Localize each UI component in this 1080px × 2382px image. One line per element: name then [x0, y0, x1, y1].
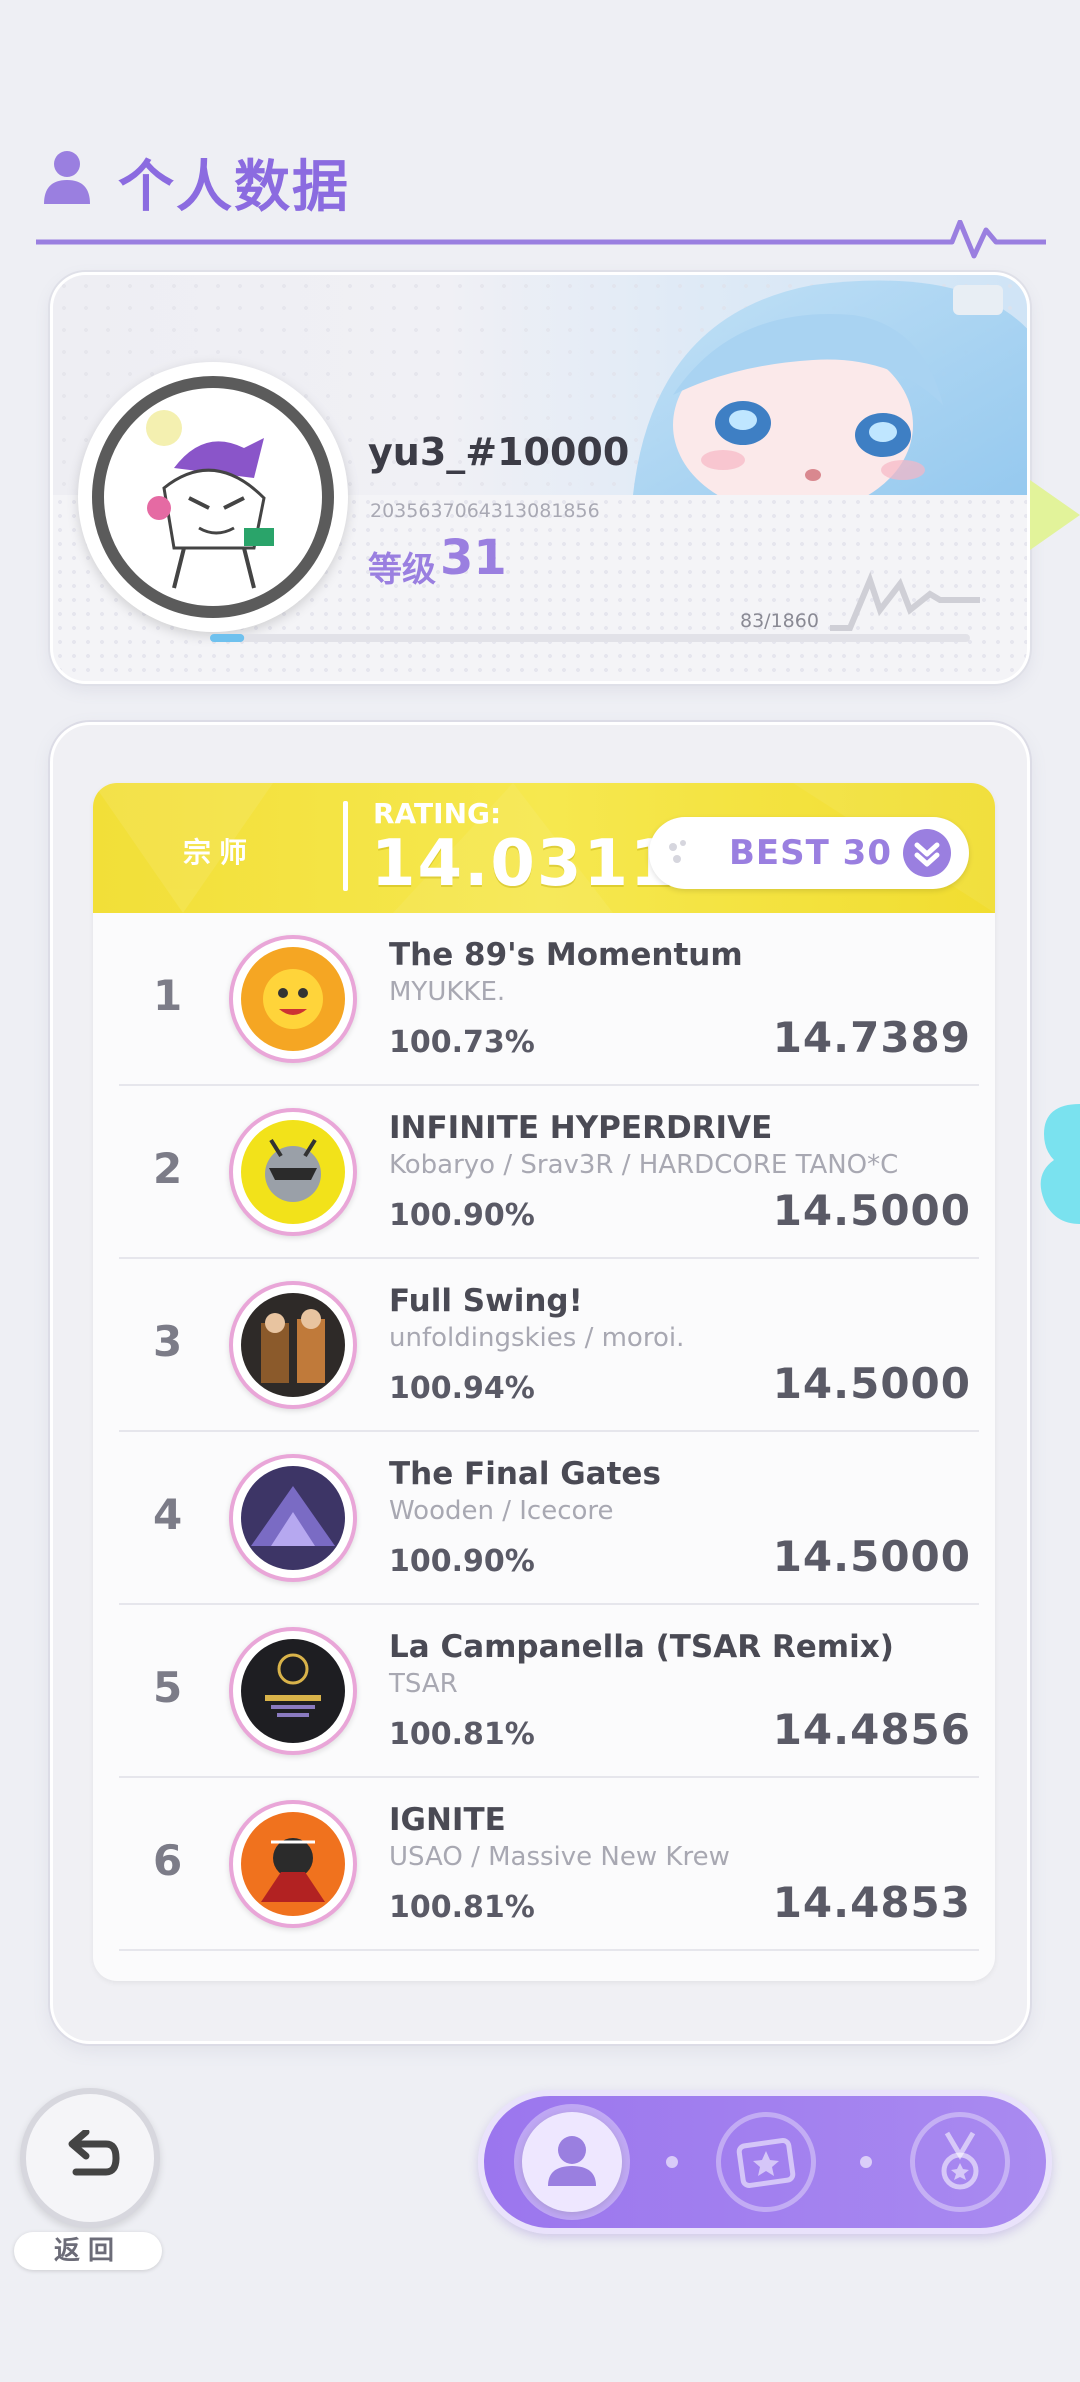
- level-value: 31: [440, 530, 507, 586]
- username: yu3_#10000: [368, 430, 630, 474]
- page-header: 个人数据: [36, 140, 1046, 259]
- song-artist: unfoldingskies / moroi.: [389, 1323, 685, 1353]
- user-id: 2035637064313081856: [370, 500, 600, 522]
- exp-text: 83/1860: [740, 610, 819, 632]
- song-title: IGNITE: [389, 1802, 506, 1838]
- song-row[interactable]: 4 The Final Gates Wooden / Icecore 100.9…: [93, 1432, 995, 1605]
- song-artist: Wooden / Icecore: [389, 1496, 614, 1526]
- song-rating: 14.5000: [772, 1186, 971, 1235]
- song-accuracy: 100.73%: [389, 1025, 535, 1060]
- rating-label: RATING:: [373, 797, 502, 830]
- song-jacket: [229, 935, 357, 1063]
- user-icon: [548, 2136, 596, 2186]
- exp-decoration-icon: [830, 571, 980, 631]
- back-arrow-icon: [68, 2130, 120, 2176]
- song-list: 1 The 89's Momentum MYUKKE. 100.73% 14.7…: [93, 913, 995, 1951]
- song-row[interactable]: 2 INFINITE HYPERDRIVE Kobaryo / Srav3R /…: [93, 1086, 995, 1259]
- side-decoration-icon: [1040, 1104, 1080, 1224]
- song-jacket: [229, 1800, 357, 1928]
- song-accuracy: 100.90%: [389, 1198, 535, 1233]
- back-label[interactable]: 返回: [14, 2232, 162, 2270]
- header-pulse-line: [36, 220, 1046, 259]
- nav-profile-tab[interactable]: [522, 2112, 622, 2212]
- nav-collection-tab[interactable]: [716, 2112, 816, 2212]
- song-rank: 4: [153, 1490, 183, 1539]
- avatar-character-icon: [146, 410, 274, 589]
- song-accuracy: 100.81%: [389, 1890, 535, 1925]
- character-banner-art: [633, 280, 1027, 495]
- user-icon: [44, 151, 90, 204]
- song-row[interactable]: 1 The 89's Momentum MYUKKE. 100.73% 14.7…: [93, 913, 995, 1086]
- best30-button[interactable]: BEST 30: [649, 817, 969, 889]
- song-rating: 14.7389: [772, 1013, 971, 1062]
- song-rank: 1: [153, 971, 183, 1020]
- medal-icon: [941, 2131, 979, 2190]
- song-artist: Kobaryo / Srav3R / HARDCORE TANO*C: [389, 1150, 899, 1180]
- nav-dot: [666, 2156, 678, 2168]
- rating-value: 14.0311: [371, 827, 677, 901]
- back-button[interactable]: [20, 2088, 160, 2228]
- song-title: La Campanella (TSAR Remix): [389, 1629, 894, 1665]
- nav-achievements-tab[interactable]: [910, 2112, 1010, 2212]
- song-title: The 89's Momentum: [389, 937, 743, 973]
- song-rating: 14.4853: [772, 1878, 971, 1927]
- best30-label: BEST 30: [729, 833, 892, 873]
- song-rank: 3: [153, 1317, 183, 1366]
- nav-dot: [860, 2156, 872, 2168]
- song-rank: 2: [153, 1144, 183, 1193]
- dots-icon: [669, 840, 686, 863]
- song-row[interactable]: 6 IGNITE USAO / Massive New Krew 100.81%…: [93, 1778, 995, 1951]
- song-accuracy: 100.90%: [389, 1544, 535, 1579]
- song-title: The Final Gates: [389, 1456, 661, 1492]
- rating-panel: 宗师 RATING: 14.0311 BEST 30 1 The 89's Mo…: [50, 722, 1030, 2044]
- song-row[interactable]: 5 La Campanella (TSAR Remix) TSAR 100.81…: [93, 1605, 995, 1778]
- picture-star-icon: [736, 2137, 796, 2189]
- song-accuracy: 100.81%: [389, 1717, 535, 1752]
- song-rank: 5: [153, 1663, 183, 1712]
- song-artist: USAO / Massive New Krew: [389, 1842, 730, 1872]
- song-row[interactable]: 3 Full Swing! unfoldingskies / moroi. 10…: [93, 1259, 995, 1432]
- song-jacket: [229, 1108, 357, 1236]
- exp-progress-bar: [210, 634, 970, 642]
- song-title: Full Swing!: [389, 1283, 583, 1319]
- avatar[interactable]: [78, 362, 348, 632]
- rating-header: 宗师 RATING: 14.0311 BEST 30: [93, 783, 995, 913]
- song-artist: MYUKKE.: [389, 977, 506, 1007]
- level-label: 等级: [368, 550, 436, 590]
- song-artist: TSAR: [389, 1669, 458, 1699]
- song-jacket: [229, 1281, 357, 1409]
- song-accuracy: 100.94%: [389, 1371, 535, 1406]
- page-title: 个人数据: [118, 155, 350, 220]
- song-title: INFINITE HYPERDRIVE: [389, 1110, 773, 1146]
- song-jacket: [229, 1454, 357, 1582]
- song-rating: 14.5000: [772, 1359, 971, 1408]
- rank-title: 宗师: [183, 836, 256, 869]
- bottom-nav: [478, 2090, 1052, 2234]
- song-rating: 14.4856: [772, 1705, 971, 1754]
- song-jacket: [229, 1627, 357, 1755]
- song-rank: 6: [153, 1836, 183, 1885]
- song-rating: 14.5000: [772, 1532, 971, 1581]
- side-arrow-icon: [1030, 480, 1080, 550]
- chevron-down-icon: [903, 829, 951, 877]
